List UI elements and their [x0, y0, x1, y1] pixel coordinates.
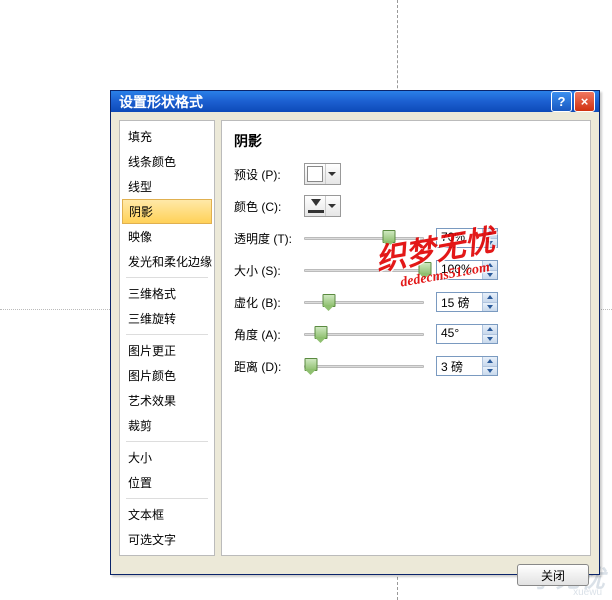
sidebar-item-15[interactable]: 大小	[120, 445, 214, 470]
param-label: 虚化 (B):	[234, 294, 304, 311]
sidebar-item-5[interactable]: 发光和柔化边缘	[120, 249, 214, 274]
chevron-down-icon	[325, 164, 338, 184]
shadow-panel: 阴影 预设 (P): 颜色 (C): 透明度 (T): 70% 大小 (S): 100…	[221, 120, 591, 556]
spinner-value[interactable]: 15 磅	[437, 293, 482, 311]
sidebar-item-2[interactable]: 线型	[120, 174, 214, 199]
slider-thumb[interactable]	[323, 294, 334, 312]
format-shape-dialog: 设置形状格式 ? × 填充线条颜色线型阴影映像发光和柔化边缘三维格式三维旋转图片…	[110, 90, 600, 575]
slider-thumb[interactable]	[305, 358, 316, 376]
sidebar-item-11[interactable]: 图片颜色	[120, 363, 214, 388]
param-row-2: 虚化 (B): 15 磅	[234, 291, 578, 313]
sidebar-item-7[interactable]: 三维格式	[120, 281, 214, 306]
sidebar-item-16[interactable]: 位置	[120, 470, 214, 495]
sidebar-item-13[interactable]: 裁剪	[120, 413, 214, 438]
param-row-0: 透明度 (T): 70%	[234, 227, 578, 249]
preset-swatch-icon	[307, 166, 323, 182]
sidebar-item-1[interactable]: 线条颜色	[120, 149, 214, 174]
close-button[interactable]: 关闭	[517, 564, 589, 586]
sidebar-item-18[interactable]: 文本框	[120, 502, 214, 527]
background-watermark-sub: xuewu	[573, 587, 602, 598]
param-row-3: 角度 (A): 45°	[234, 323, 578, 345]
sidebar-item-8[interactable]: 三维旋转	[120, 306, 214, 331]
slider[interactable]	[304, 323, 424, 345]
spinner-up-icon[interactable]	[483, 229, 497, 239]
category-sidebar: 填充线条颜色线型阴影映像发光和柔化边缘三维格式三维旋转图片更正图片颜色艺术效果裁…	[119, 120, 215, 556]
sidebar-separator	[126, 334, 208, 335]
slider[interactable]	[304, 259, 424, 281]
titlebar[interactable]: 设置形状格式 ? ×	[111, 91, 599, 112]
sidebar-item-19[interactable]: 可选文字	[120, 527, 214, 552]
chevron-down-icon	[325, 196, 338, 216]
color-dropdown[interactable]	[304, 195, 341, 217]
help-button[interactable]: ?	[551, 91, 572, 112]
spinner-up-icon[interactable]	[483, 261, 497, 271]
sidebar-item-10[interactable]: 图片更正	[120, 338, 214, 363]
spinner[interactable]: 100%	[436, 260, 498, 280]
slider[interactable]	[304, 291, 424, 313]
spinner-up-icon[interactable]	[483, 325, 497, 335]
close-icon[interactable]: ×	[574, 91, 595, 112]
slider[interactable]	[304, 355, 424, 377]
spinner-down-icon[interactable]	[483, 271, 497, 280]
sidebar-item-0[interactable]: 填充	[120, 124, 214, 149]
sidebar-item-4[interactable]: 映像	[120, 224, 214, 249]
spinner[interactable]: 70%	[436, 228, 498, 248]
color-label: 颜色 (C):	[234, 198, 304, 215]
spinner-down-icon[interactable]	[483, 303, 497, 312]
spinner-down-icon[interactable]	[483, 335, 497, 344]
fill-bucket-icon	[307, 198, 325, 214]
spinner-value[interactable]: 45°	[437, 325, 482, 343]
sidebar-separator	[126, 441, 208, 442]
sidebar-item-12[interactable]: 艺术效果	[120, 388, 214, 413]
panel-title: 阴影	[234, 131, 578, 151]
spinner[interactable]: 3 磅	[436, 356, 498, 376]
spinner-value[interactable]: 100%	[437, 261, 482, 279]
spinner[interactable]: 15 磅	[436, 292, 498, 312]
sidebar-separator	[126, 277, 208, 278]
slider[interactable]	[304, 227, 424, 249]
param-label: 大小 (S):	[234, 262, 304, 279]
preset-label: 预设 (P):	[234, 166, 304, 183]
sidebar-separator	[126, 498, 208, 499]
param-label: 角度 (A):	[234, 326, 304, 343]
param-label: 距离 (D):	[234, 358, 304, 375]
spinner-down-icon[interactable]	[483, 239, 497, 248]
spinner-up-icon[interactable]	[483, 293, 497, 303]
param-row-4: 距离 (D): 3 磅	[234, 355, 578, 377]
param-row-1: 大小 (S): 100%	[234, 259, 578, 281]
spinner-down-icon[interactable]	[483, 367, 497, 376]
spinner-value[interactable]: 3 磅	[437, 357, 482, 375]
sidebar-item-3[interactable]: 阴影	[122, 199, 212, 224]
slider-thumb[interactable]	[383, 230, 394, 248]
spinner-up-icon[interactable]	[483, 357, 497, 367]
dialog-title: 设置形状格式	[119, 92, 551, 112]
preset-dropdown[interactable]	[304, 163, 341, 185]
param-label: 透明度 (T):	[234, 230, 304, 247]
spinner[interactable]: 45°	[436, 324, 498, 344]
spinner-value[interactable]: 70%	[437, 229, 482, 247]
slider-thumb[interactable]	[419, 262, 430, 280]
slider-thumb[interactable]	[314, 326, 325, 344]
